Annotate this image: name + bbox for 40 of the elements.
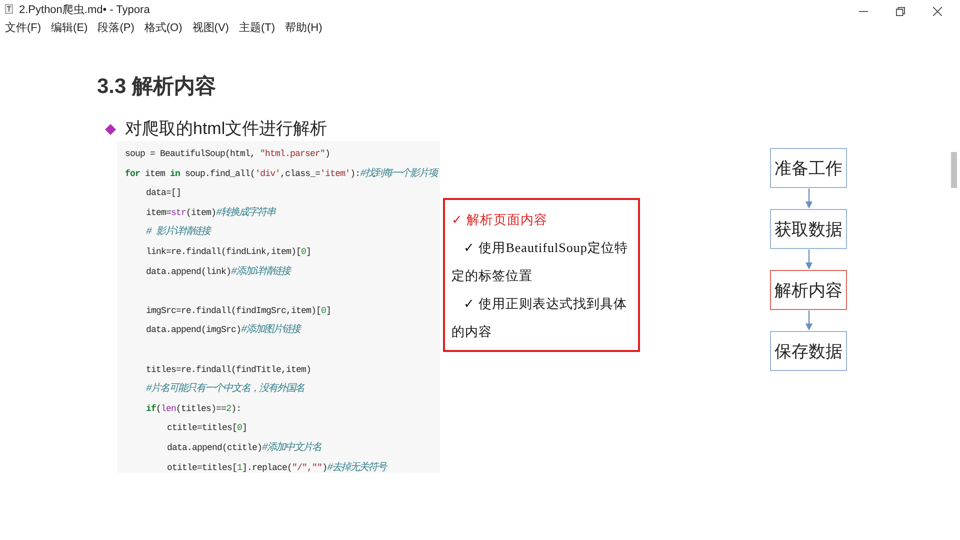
code-line: titles=re.findall(findTitle,item) — [146, 364, 312, 377]
arrow-connector — [804, 310, 812, 331]
code-line: data=[] — [146, 187, 182, 200]
code-line: item=str(item)#转换成字符串 — [146, 206, 276, 221]
app-icon — [5, 4, 13, 14]
callout-text: ✓ 使用正则表达式找到具体的内容 — [451, 295, 628, 341]
menu-item[interactable]: 编辑(E) — [51, 20, 88, 34]
code-line: if(len(titles)==2): — [146, 402, 242, 416]
code-line: data.append(link)#添加详情链接 — [146, 264, 290, 280]
arrow-connector — [804, 188, 812, 209]
code-line: # 影片详情链接 — [146, 224, 210, 240]
code-line: for item in soup.find_all('div',class_='item'):#找到每一个影片项 — [125, 166, 438, 182]
code-line: data.append(imgSrc)#添加图片链接 — [146, 322, 300, 338]
code-line: ctitle=titles[0] — [167, 422, 248, 436]
code-line: otitle=titles[1].replace("/","")#去掉无关符号 — [167, 460, 386, 473]
callout-text: ✓ 使用BeautifulSoup定位特定的标签位置 — [451, 239, 629, 285]
menu-item[interactable]: 文件(F) — [5, 20, 42, 34]
heading: 3.3 解析内容 — [97, 74, 218, 100]
flow-step: 获取数据 — [770, 209, 847, 249]
menu-item[interactable]: 格式(O) — [144, 20, 182, 34]
menu-item[interactable]: 主题(T) — [238, 20, 275, 34]
flow-step: 准备工作 — [770, 148, 847, 188]
menu-item[interactable]: 帮助(H) — [285, 20, 322, 34]
window-title: 2.Python爬虫.md• - Typora — [19, 2, 150, 16]
code-line: imgSrc=re.findall(findImgSrc,item)[0] — [146, 304, 332, 318]
menu-item[interactable]: 段落(P) — [98, 20, 134, 34]
callout-text: ✓ 解析页面内容 — [451, 211, 549, 229]
code-line: #片名可能只有一个中文名，没有外国名 — [146, 382, 304, 398]
code-line: soup = BeautifulSoup(html, "html.parser") — [125, 148, 330, 161]
flow-step: 解析内容 — [770, 270, 847, 310]
menu-item[interactable]: 视图(V) — [192, 20, 229, 34]
code-line: data.append(ctitle)#添加中文片名 — [167, 440, 322, 456]
flow-step: 保存数据 — [770, 331, 847, 371]
code-line: link=re.findall(findLink,item)[0] — [146, 246, 312, 259]
arrow-connector — [804, 249, 812, 270]
restore-icon[interactable] — [896, 6, 905, 16]
diamond-bullet-icon — [105, 124, 116, 134]
bullet-text: 对爬取的html文件进行解析 — [125, 119, 328, 139]
scrollbar-thumb[interactable] — [951, 152, 957, 188]
close-icon[interactable] — [933, 6, 942, 16]
